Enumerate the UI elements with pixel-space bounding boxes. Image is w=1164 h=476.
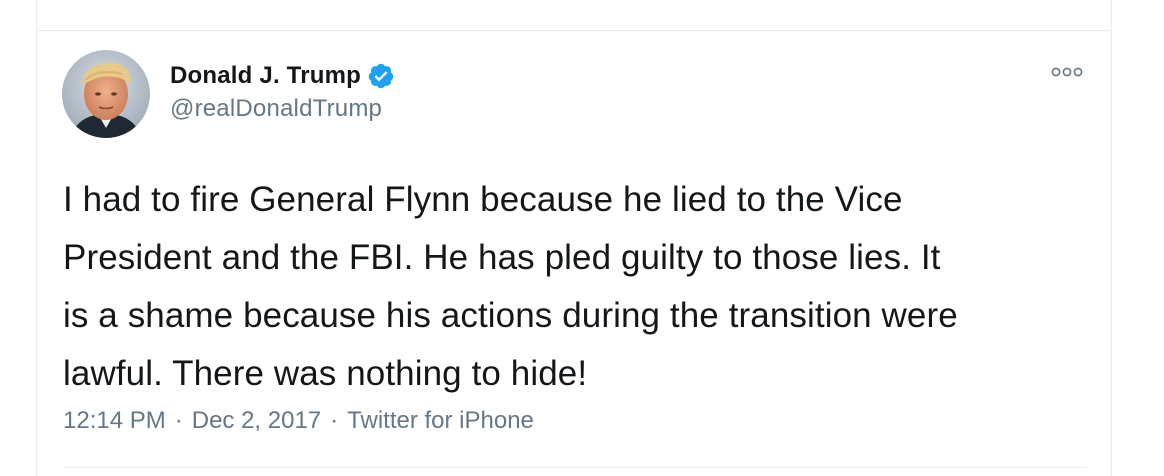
author-info[interactable]: Donald J. Trump @realDonaldTrump [170,61,395,123]
meta-separator: · [174,407,183,434]
tweet-date[interactable]: Dec 2, 2017 [192,407,321,435]
divider [63,467,1087,468]
tweet-meta: 12:14 PM · Dec 2, 2017 · Twitter for iPh… [63,407,534,435]
more-options-icon[interactable] [1050,65,1084,79]
verified-badge-icon [367,62,395,90]
tweet-card[interactable]: Donald J. Trump @realDonaldTrump I had t… [36,31,1112,476]
user-handle[interactable]: @realDonaldTrump [170,95,395,123]
display-name[interactable]: Donald J. Trump [170,62,361,90]
previous-tweet-card [36,0,1112,31]
tweet-time[interactable]: 12:14 PM [63,407,166,435]
tweet-text: I had to fire General Flynn because he l… [63,180,958,393]
avatar-image [62,50,150,138]
name-row: Donald J. Trump [170,61,395,91]
page: Donald J. Trump @realDonaldTrump I had t… [0,0,1164,476]
avatar[interactable] [62,50,150,138]
tweet-source[interactable]: Twitter for iPhone [347,407,534,435]
meta-separator: · [330,407,339,434]
